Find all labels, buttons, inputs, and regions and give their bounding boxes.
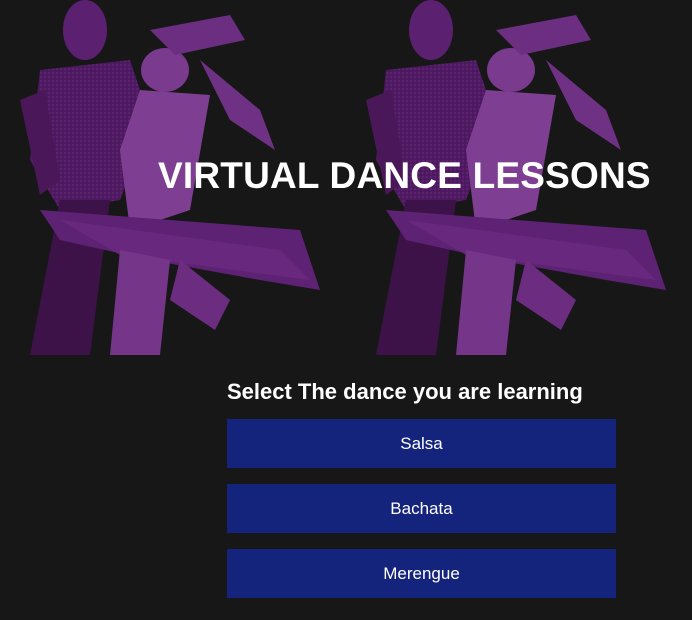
- hero-title: VIRTUAL DANCE LESSONS: [158, 155, 651, 196]
- dance-option-list: Salsa Bachata Merengue: [227, 419, 616, 598]
- dance-selector: Select The dance you are learning Salsa …: [227, 374, 616, 614]
- merengue-button[interactable]: Merengue: [227, 549, 616, 598]
- bachata-button[interactable]: Bachata: [227, 484, 616, 533]
- selector-heading: Select The dance you are learning: [227, 379, 583, 404]
- salsa-button[interactable]: Salsa: [227, 419, 616, 468]
- page: VIRTUAL DANCE LESSONS Select The dance y…: [0, 0, 692, 620]
- hero-banner: VIRTUAL DANCE LESSONS: [0, 0, 692, 355]
